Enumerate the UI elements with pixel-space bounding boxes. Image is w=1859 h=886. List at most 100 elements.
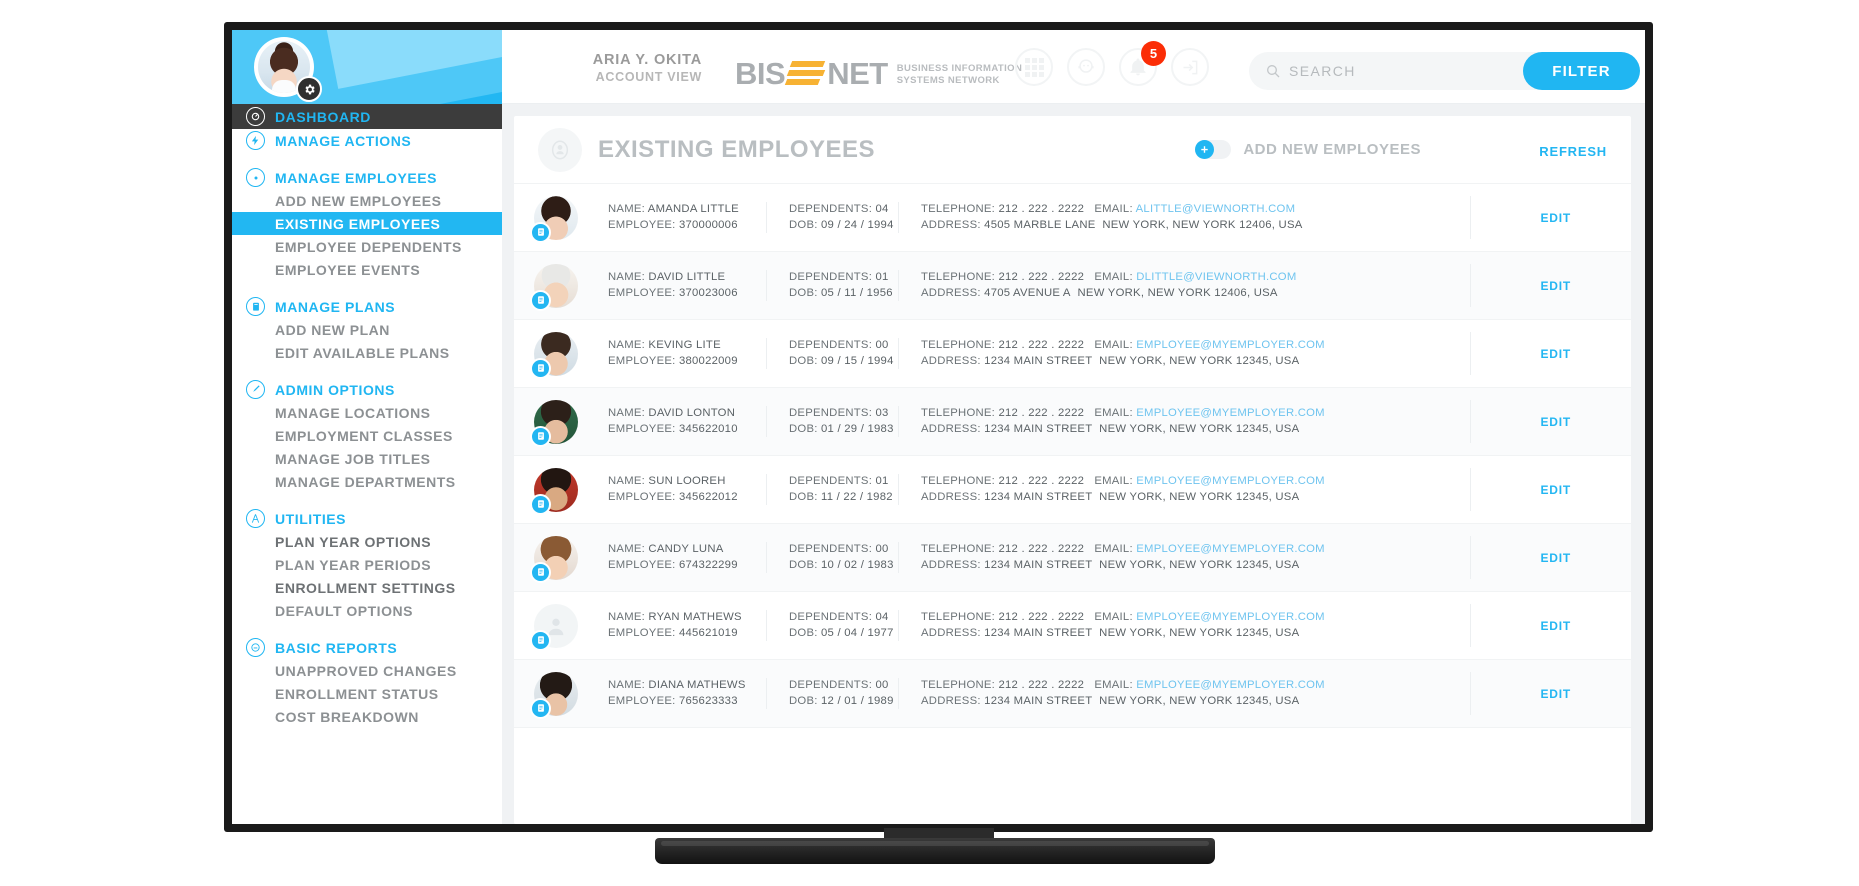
- employee-address: ADDRESS: 1234 MAIN STREET NEW YORK, NEW …: [921, 422, 1300, 435]
- employee-row[interactable]: NAME: DAVID LONTON EMPLOYEE: 345622010 DEP…: [514, 388, 1631, 456]
- sidebar-item-plan-year-periods[interactable]: PLAN YEAR PERIODS: [232, 553, 502, 576]
- employee-row[interactable]: NAME: DIANA MATHEWS EMPLOYEE: 765623333 DE…: [514, 660, 1631, 728]
- apps-grid-icon[interactable]: [1015, 48, 1053, 86]
- employee-row[interactable]: NAME: KEVING LITE EMPLOYEE: 380022009 DEPE…: [514, 320, 1631, 388]
- gear-icon[interactable]: [296, 76, 322, 102]
- employee-id: EMPLOYEE: 765623333: [608, 694, 738, 707]
- employee-avatar-wrap: [530, 535, 578, 583]
- employee-email[interactable]: EMPLOYEE@MYEMPLOYER.COM: [1136, 611, 1325, 623]
- employee-record-icon[interactable]: [530, 697, 551, 719]
- logout-icon[interactable]: [1171, 48, 1209, 86]
- employee-record-icon[interactable]: [530, 493, 551, 515]
- employee-phone-email: TELEPHONE: 212 . 222 . 2222 EMAIL: DLITT…: [921, 271, 1297, 283]
- app-logo[interactable]: BIS NET BUSINESS INFORMATION SYSTEMS NET…: [735, 56, 1022, 90]
- employee-record-icon[interactable]: [530, 221, 551, 243]
- employee-address: ADDRESS: 1234 MAIN STREET NEW YORK, NEW …: [921, 694, 1300, 707]
- sidebar-item-manage-employees[interactable]: MANAGE EMPLOYEES: [232, 166, 502, 189]
- employee-name: NAME: SUN LOOREH: [608, 475, 726, 487]
- toggle-track[interactable]: [1195, 140, 1232, 159]
- row-divider: [1470, 400, 1471, 443]
- sidebar-item-manage-job-titles[interactable]: MANAGE JOB TITLES: [232, 447, 502, 470]
- employee-email[interactable]: DLITTLE@VIEWNORTH.COM: [1136, 271, 1296, 283]
- sidebar-item-add-new-plan[interactable]: ADD NEW PLAN: [232, 318, 502, 341]
- employee-record-icon[interactable]: [530, 425, 551, 447]
- employee-dependents-cell: DEPENDENTS: 04 DOB: 05 / 04 / 1977: [766, 610, 894, 641]
- employee-email[interactable]: ALITTLE@VIEWNORTH.COM: [1136, 203, 1296, 215]
- employee-row[interactable]: NAME: CANDY LUNA EMPLOYEE: 674322299 DEPEN…: [514, 524, 1631, 592]
- support-agent-icon[interactable]: [1067, 48, 1105, 86]
- sidebar-item-unapproved-changes[interactable]: UNAPPROVED CHANGES: [232, 659, 502, 682]
- employee-email[interactable]: EMPLOYEE@MYEMPLOYER.COM: [1136, 543, 1325, 555]
- sidebar-item-plan-year-options[interactable]: PLAN YEAR OPTIONS: [232, 530, 502, 553]
- sidebar-item-label: PLAN YEAR OPTIONS: [275, 533, 432, 550]
- sidebar-item-enrollment-status[interactable]: ENROLLMENT STATUS: [232, 682, 502, 705]
- row-divider: [1470, 196, 1471, 239]
- utilities-icon: [246, 509, 265, 528]
- notifications-bell-icon[interactable]: 5: [1119, 41, 1166, 86]
- employee-avatar-wrap: [530, 603, 578, 651]
- sidebar-item-cost-breakdown[interactable]: COST BREAKDOWN: [232, 705, 502, 728]
- employee-email[interactable]: EMPLOYEE@MYEMPLOYER.COM: [1136, 407, 1325, 419]
- employee-dob: DOB: 05 / 11 / 1956: [789, 286, 893, 299]
- sidebar-item-dashboard[interactable]: DASHBOARD: [232, 104, 502, 129]
- employee-email[interactable]: EMPLOYEE@MYEMPLOYER.COM: [1136, 339, 1325, 351]
- sidebar-item-default-options[interactable]: DEFAULT OPTIONS: [232, 599, 502, 622]
- edit-button[interactable]: EDIT: [1540, 415, 1571, 429]
- employee-dob: DOB: 12 / 01 / 1989: [789, 694, 894, 707]
- add-new-employees-toggle[interactable]: ADD NEW EMPLOYEES: [1195, 140, 1421, 159]
- employee-address: ADDRESS: 1234 MAIN STREET NEW YORK, NEW …: [921, 490, 1300, 503]
- employee-dependents-cell: DEPENDENTS: 01 DOB: 11 / 22 / 1982: [766, 474, 893, 505]
- employee-row[interactable]: NAME: RYAN MATHEWS EMPLOYEE: 445621019 DEP…: [514, 592, 1631, 660]
- employee-row[interactable]: NAME: SUN LOOREH EMPLOYEE: 345622012 DEPEN…: [514, 456, 1631, 524]
- sidebar-item-utilities[interactable]: UTILITIES: [232, 507, 502, 530]
- sidebar-item-enrollment-settings[interactable]: ENROLLMENT SETTINGS: [232, 576, 502, 599]
- clipboard-icon: [246, 297, 265, 316]
- edit-button[interactable]: EDIT: [1540, 551, 1571, 565]
- logo-tagline-line1: BUSINESS INFORMATION: [896, 62, 1023, 74]
- employee-record-icon[interactable]: [530, 629, 551, 651]
- sidebar-item-manage-actions[interactable]: MANAGE ACTIONS: [232, 129, 502, 152]
- person-circle-icon: [538, 127, 582, 172]
- employee-dependents-cell: DEPENDENTS: 00 DOB: 09 / 15 / 1994: [766, 338, 893, 369]
- employee-email[interactable]: EMPLOYEE@MYEMPLOYER.COM: [1136, 475, 1325, 487]
- row-divider: [1470, 468, 1471, 511]
- employee-identity-cell: NAME: DIANA MATHEWS EMPLOYEE: 765623333: [608, 678, 748, 709]
- employee-email[interactable]: EMPLOYEE@MYEMPLOYER.COM: [1136, 679, 1325, 691]
- edit-button[interactable]: EDIT: [1540, 347, 1571, 361]
- sidebar-item-employee-dependents[interactable]: EMPLOYEE DEPENDENTS: [232, 235, 502, 258]
- employee-contact-cell: TELEPHONE: 212 . 222 . 2222 EMAIL: EMPLO…: [898, 406, 1325, 437]
- employee-avatar-wrap: [530, 467, 578, 515]
- sidebar-item-basic-reports[interactable]: BASIC REPORTS: [232, 636, 502, 659]
- edit-button[interactable]: EDIT: [1540, 279, 1571, 293]
- edit-button[interactable]: EDIT: [1540, 483, 1571, 497]
- sidebar-item-employee-events[interactable]: EMPLOYEE EVENTS: [232, 258, 502, 281]
- employee-phone-email: TELEPHONE: 212 . 222 . 2222 EMAIL: EMPLO…: [921, 339, 1325, 351]
- edit-button[interactable]: EDIT: [1540, 211, 1571, 225]
- sidebar-item-manage-departments[interactable]: MANAGE DEPARTMENTS: [232, 470, 502, 493]
- employee-record-icon[interactable]: [530, 561, 551, 583]
- sidebar-item-add-new-employees[interactable]: ADD NEW EMPLOYEES: [232, 189, 502, 212]
- sidebar-item-admin-options[interactable]: ADMIN OPTIONS: [232, 378, 502, 401]
- sidebar-item-label: COST BREAKDOWN: [275, 708, 419, 725]
- edit-button[interactable]: EDIT: [1540, 687, 1571, 701]
- edit-button[interactable]: EDIT: [1540, 619, 1571, 633]
- sidebar-item-manage-locations[interactable]: MANAGE LOCATIONS: [232, 401, 502, 424]
- logo-text-net: NET: [827, 55, 888, 91]
- employee-row[interactable]: NAME: DAVID LITTLE EMPLOYEE: 370023006 DEP…: [514, 252, 1631, 320]
- employee-dob: DOB: 05 / 04 / 1977: [789, 626, 894, 639]
- sidebar-item-edit-available-plans[interactable]: EDIT AVAILABLE PLANS: [232, 341, 502, 364]
- refresh-button[interactable]: REFRESH: [1539, 144, 1607, 159]
- sidebar-item-employment-classes[interactable]: EMPLOYMENT CLASSES: [232, 424, 502, 447]
- employee-record-icon[interactable]: [530, 289, 551, 311]
- employee-record-icon[interactable]: [530, 357, 551, 379]
- employee-row[interactable]: NAME: AMANDA LITTLE EMPLOYEE: 370000006 DE…: [514, 184, 1631, 252]
- sidebar-item-existing-employees[interactable]: EXISTING EMPLOYEES: [232, 212, 513, 235]
- sidebar-item-manage-plans[interactable]: MANAGE PLANS: [232, 295, 502, 318]
- add-new-employees-label: ADD NEW EMPLOYEES: [1243, 141, 1421, 158]
- sidebar-item-label: ENROLLMENT SETTINGS: [275, 579, 456, 596]
- employee-identity-cell: NAME: AMANDA LITTLE EMPLOYEE: 370000006: [608, 202, 748, 233]
- filter-button[interactable]: FILTER: [1523, 52, 1640, 90]
- sidebar-item-label: ADMIN OPTIONS: [275, 381, 395, 398]
